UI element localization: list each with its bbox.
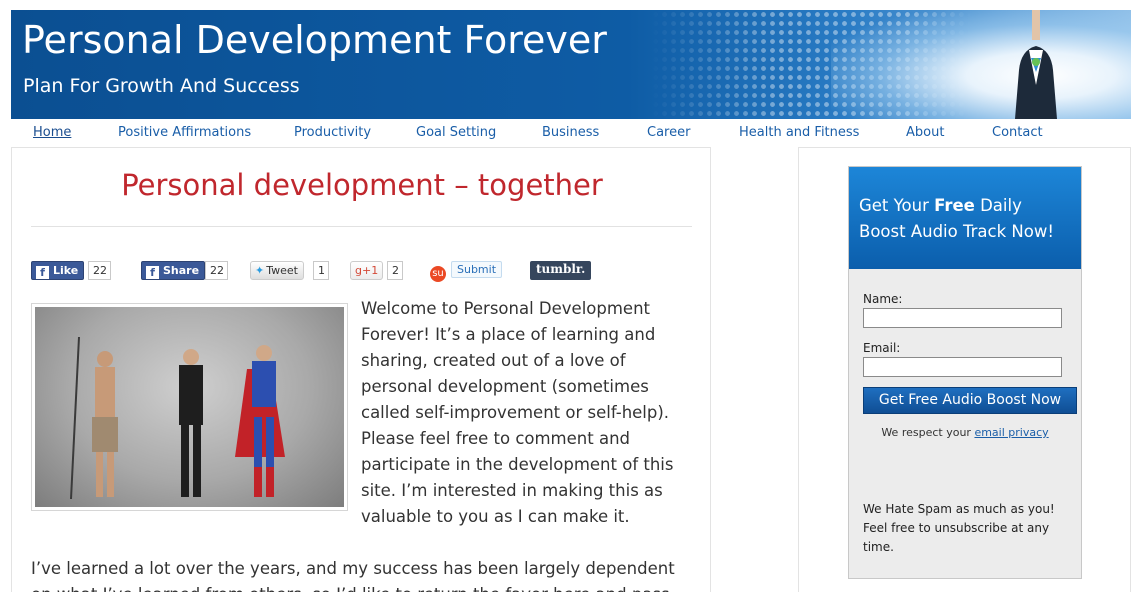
- site-header: Personal Development Forever Plan For Gr…: [11, 10, 1131, 119]
- nav-item-career[interactable]: Career: [647, 125, 690, 140]
- site-tagline: Plan For Growth And Success: [23, 75, 300, 97]
- main-nav: Home Positive Affirmations Productivity …: [11, 123, 1131, 145]
- post-hero-image: [31, 303, 348, 511]
- nav-item-health-and-fitness[interactable]: Health and Fitness: [739, 125, 859, 140]
- header-sky-image: [831, 10, 1131, 119]
- facebook-share-button[interactable]: f Share: [141, 261, 206, 280]
- name-field[interactable]: [863, 308, 1062, 328]
- get-free-audio-boost-button[interactable]: Get Free Audio Boost Now: [863, 387, 1077, 414]
- site-title[interactable]: Personal Development Forever: [22, 18, 607, 62]
- nav-item-goal-setting[interactable]: Goal Setting: [416, 125, 496, 140]
- google-plus-count: 2: [387, 261, 403, 280]
- tweet-count: 1: [313, 261, 329, 280]
- evolution-figures-illustration: [70, 336, 285, 500]
- optin-form: Get Your Free Daily Boost Audio Track No…: [848, 166, 1082, 579]
- twitter-bird-icon: ✦: [255, 264, 265, 277]
- google-plus-button[interactable]: g+1: [350, 261, 384, 280]
- post-intro-text: Welcome to Personal Development Forever!…: [361, 299, 674, 526]
- stumbleupon-icon: su: [430, 266, 446, 282]
- post-paragraph: I’ve learned a lot over the years, and m…: [31, 559, 675, 592]
- nav-item-positive-affirmations[interactable]: Positive Affirmations: [118, 125, 251, 140]
- spam-note: We Hate Spam as much as you! Feel free t…: [863, 502, 1055, 554]
- nav-item-business[interactable]: Business: [542, 125, 599, 140]
- share-bar: f Like 22 f Share 22 ✦ Tweet 1 g+1 2 su Subm…: [12, 261, 712, 282]
- nav-item-productivity[interactable]: Productivity: [294, 125, 371, 140]
- stumbleupon-submit-button[interactable]: su Submit: [430, 261, 503, 282]
- title-divider: [31, 226, 692, 227]
- google-plus-icon: g: [355, 264, 362, 277]
- email-field[interactable]: [863, 357, 1062, 377]
- optin-heading: Get Your Free Daily Boost Audio Track No…: [849, 167, 1081, 269]
- facebook-like-button[interactable]: f Like: [31, 261, 85, 280]
- privacy-note: We respect your email privacy: [881, 426, 1049, 439]
- tweet-button[interactable]: ✦ Tweet: [250, 261, 304, 280]
- email-privacy-link[interactable]: email privacy: [974, 426, 1048, 439]
- facebook-icon: f: [36, 266, 49, 279]
- post-title: Personal development – together: [121, 168, 603, 202]
- main-content: Personal development – together f Like 22…: [11, 147, 711, 592]
- nav-item-contact[interactable]: Contact: [992, 125, 1043, 140]
- header-superhero-businessman-image: [1015, 10, 1057, 119]
- tumblr-button[interactable]: tumblr.: [530, 261, 592, 280]
- name-label: Name:: [863, 292, 903, 306]
- facebook-share-count: 22: [205, 261, 228, 280]
- nav-item-home[interactable]: Home: [33, 125, 71, 140]
- facebook-like-count: 22: [88, 261, 111, 280]
- facebook-icon: f: [146, 266, 159, 279]
- email-label: Email:: [863, 341, 901, 355]
- nav-item-about[interactable]: About: [906, 125, 944, 140]
